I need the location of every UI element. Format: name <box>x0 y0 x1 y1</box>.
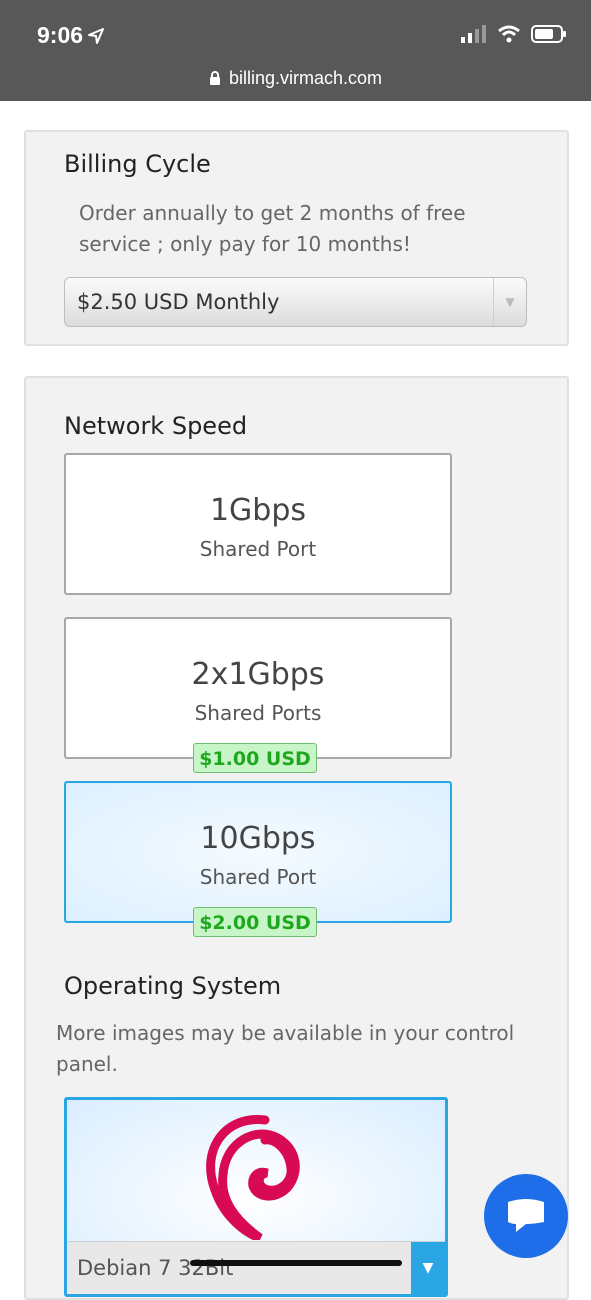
battery-icon <box>531 25 566 43</box>
network-option-10gbps[interactable]: 10Gbps Shared Port $2.00 USD <box>64 781 452 937</box>
status-time: 9:06 <box>37 22 105 49</box>
time-text: 9:06 <box>37 22 84 48</box>
billing-cycle-title: Billing Cycle <box>64 150 211 178</box>
network-speed-title: Network Speed <box>64 412 248 440</box>
status-bar: 9:06 billing.virmach.com <box>0 0 591 101</box>
option-port: Shared Port <box>199 865 317 889</box>
option-port: Shared Port <box>199 537 317 561</box>
billing-cycle-description: Order annually to get 2 months of free s… <box>79 201 466 256</box>
price-badge: $1.00 USD <box>193 743 317 773</box>
url-text: billing.virmach.com <box>228 68 383 88</box>
debian-logo-icon <box>206 1115 300 1240</box>
chat-button[interactable] <box>484 1174 568 1258</box>
address-bar[interactable]: billing.virmach.com <box>0 68 591 89</box>
os-version-select[interactable]: Debian 7 32Bit ▼ <box>67 1241 445 1294</box>
option-speed: 1Gbps <box>209 493 307 528</box>
operating-system-description: More images may be available in your con… <box>56 1021 515 1076</box>
option-port: Shared Ports <box>194 701 322 725</box>
chevron-down-icon: ▼ <box>493 278 526 326</box>
configuration-panel: Network Speed 1Gbps Shared Port 2x1Gbps … <box>24 376 569 1300</box>
network-option-1gbps[interactable]: 1Gbps Shared Port <box>64 453 452 595</box>
network-option-2x1gbps[interactable]: 2x1Gbps Shared Ports $1.00 USD <box>64 617 452 773</box>
billing-cycle-select[interactable]: $2.50 USD Monthly ▼ <box>64 277 527 327</box>
lock-icon <box>209 71 220 85</box>
signal-icon <box>461 25 486 43</box>
os-option-debian[interactable]: Debian 7 32Bit ▼ <box>64 1097 448 1297</box>
billing-cycle-panel: Billing Cycle Order annually to get 2 mo… <box>24 130 569 346</box>
price-badge: $2.00 USD <box>193 907 317 937</box>
option-speed: 10Gbps <box>200 821 316 856</box>
operating-system-title: Operating System <box>64 972 282 1000</box>
billing-cycle-value: $2.50 USD Monthly <box>77 290 280 314</box>
location-arrow-icon <box>88 27 105 44</box>
option-speed: 2x1Gbps <box>191 657 325 692</box>
chevron-down-icon: ▼ <box>411 1242 445 1294</box>
home-indicator <box>190 1260 402 1266</box>
wifi-icon <box>498 25 520 43</box>
system-icons <box>461 25 567 43</box>
chat-icon <box>508 1199 544 1232</box>
